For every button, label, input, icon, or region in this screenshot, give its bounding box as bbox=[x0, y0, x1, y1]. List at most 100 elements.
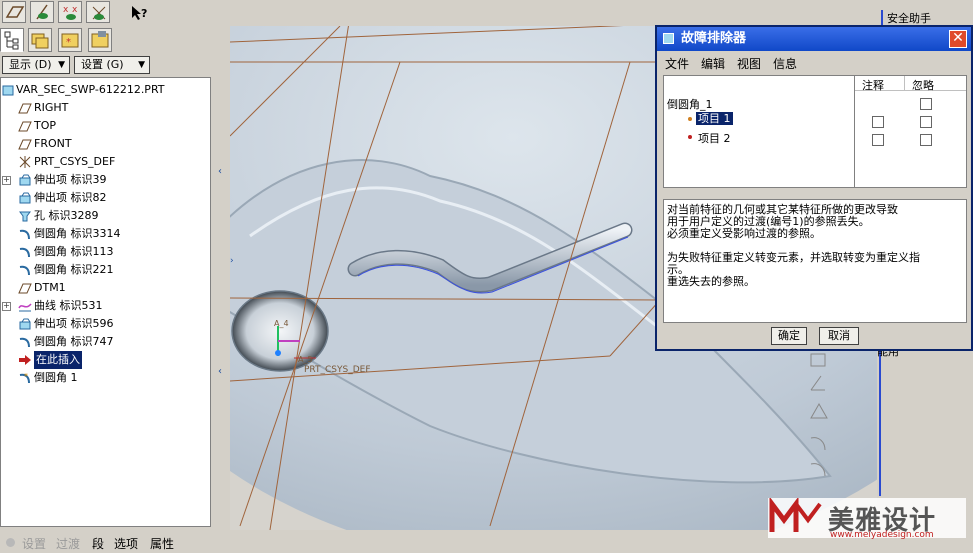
svg-text:*: * bbox=[66, 37, 71, 48]
safety-assistant-tab[interactable]: 安全助手 bbox=[881, 10, 973, 26]
dialog-title-bar[interactable]: 故障排除器 ✕ bbox=[657, 27, 971, 51]
tree-item[interactable]: 倒圆角 标识747 bbox=[1, 333, 206, 351]
splitter-arrow-icon[interactable]: ‹ bbox=[218, 166, 222, 177]
warning-dot-icon bbox=[688, 117, 692, 121]
tree-item-label: PRT_CSYS_DEF bbox=[34, 155, 116, 168]
tree-item-label: 孔 标识3289 bbox=[34, 209, 99, 222]
csys-display-toggle-icon[interactable] bbox=[86, 1, 110, 23]
tree-item[interactable]: RIGHT bbox=[1, 99, 206, 117]
settings-dropdown-label: 设置 (G) bbox=[81, 58, 124, 71]
note-checkbox-item2[interactable] bbox=[872, 134, 884, 146]
csys-icon bbox=[18, 155, 32, 169]
splitter-arrow-icon[interactable]: ‹ bbox=[218, 366, 222, 377]
vertical-feature-toolbar bbox=[805, 352, 833, 482]
tree-item-label: 倒圆角 标识3314 bbox=[34, 227, 121, 240]
show-dropdown-label: 显示 (D) bbox=[9, 58, 52, 71]
cancel-button[interactable]: 取消 bbox=[819, 327, 859, 345]
dashboard-tab[interactable]: 段 bbox=[92, 535, 104, 552]
tree-item-label: 曲线 标识531 bbox=[34, 299, 103, 312]
dashboard-tab[interactable]: 过渡 bbox=[56, 535, 80, 552]
round-icon bbox=[18, 263, 32, 277]
round-icon bbox=[18, 245, 32, 259]
collapse-left-icon[interactable]: › bbox=[230, 256, 236, 268]
model-tree: VAR_SEC_SWP-612212.PRT RIGHT TOP FRONT PRT_C… bbox=[0, 77, 211, 527]
show-dropdown[interactable]: 显示 (D) ▼ bbox=[2, 56, 70, 74]
main-toolbar: xx ? bbox=[0, 0, 230, 26]
tree-item-label: VAR_SEC_SWP-612212.PRT bbox=[16, 83, 165, 96]
datum-plane-icon bbox=[18, 137, 32, 151]
context-help-icon[interactable]: ? bbox=[130, 4, 150, 22]
tree-item-label: 伸出项 标识596 bbox=[34, 317, 114, 330]
csys-label: PRT_CSYS_DEF bbox=[304, 365, 371, 375]
round-icon bbox=[18, 227, 32, 241]
tree-item[interactable]: TOP bbox=[1, 117, 206, 135]
troubleshooter-dialog: 故障排除器 ✕ 文件 编辑 视图 信息 注释 忽略 倒圆角_1 项目 1 项目 … bbox=[655, 25, 973, 351]
expand-icon[interactable]: + bbox=[2, 302, 11, 311]
tree-item-label: 倒圆角 标识221 bbox=[34, 263, 114, 276]
list-root-item[interactable]: 倒圆角_1 bbox=[667, 96, 713, 112]
tree-item[interactable]: PRT_CSYS_DEF bbox=[1, 153, 206, 171]
tab-folder-browser[interactable] bbox=[28, 28, 52, 52]
point-display-toggle-icon[interactable]: xx bbox=[58, 1, 82, 23]
tab-connections[interactable] bbox=[88, 28, 112, 52]
window-icon bbox=[663, 33, 674, 44]
tree-item[interactable]: + 曲线 标识531 bbox=[1, 297, 206, 315]
angle-tool-icon[interactable] bbox=[810, 375, 825, 391]
tree-item[interactable]: 倒圆角 标识113 bbox=[1, 243, 206, 261]
column-divider bbox=[904, 76, 905, 90]
tree-item-label: 在此插入 bbox=[34, 351, 82, 369]
ignore-checkbox-item1[interactable] bbox=[920, 116, 932, 128]
menu-view[interactable]: 视图 bbox=[737, 55, 761, 72]
pyramid-tool-icon[interactable] bbox=[810, 402, 828, 419]
tab-favorites[interactable]: * bbox=[58, 28, 82, 52]
menu-info[interactable]: 信息 bbox=[773, 55, 797, 72]
ignore-checkbox-root[interactable] bbox=[920, 98, 932, 110]
datum-display-toggle-icon[interactable] bbox=[2, 1, 26, 23]
list-item-1[interactable]: 项目 1 bbox=[696, 112, 733, 125]
model-tree-panel: * 显示 (D) ▼ 设置 (G) ▼ VAR_SEC_SWP-612212.PRT… bbox=[0, 26, 216, 530]
round-set-tool-icon[interactable] bbox=[810, 463, 826, 477]
menu-file[interactable]: 文件 bbox=[665, 55, 689, 72]
list-item-2[interactable]: 项目 2 bbox=[698, 130, 731, 146]
note-checkbox-item1[interactable] bbox=[872, 116, 884, 128]
dashboard-tab[interactable]: 选项 bbox=[114, 535, 138, 552]
tree-root-item[interactable]: VAR_SEC_SWP-612212.PRT bbox=[1, 81, 206, 99]
tree-item[interactable]: 在此插入 bbox=[1, 351, 206, 369]
datum-plane-tool-icon[interactable] bbox=[810, 353, 826, 367]
tree-item[interactable]: 倒圆角 标识221 bbox=[1, 261, 206, 279]
tree-item[interactable]: * 倒圆角 1 bbox=[1, 369, 206, 387]
tree-item[interactable]: 伸出项 标识82 bbox=[1, 189, 206, 207]
axis-display-toggle-icon[interactable] bbox=[30, 1, 54, 23]
tree-item[interactable]: 伸出项 标识596 bbox=[1, 315, 206, 333]
protrusion-icon bbox=[18, 173, 32, 187]
tree-item-label: 伸出项 标识82 bbox=[34, 191, 107, 204]
tree-item[interactable]: 倒圆角 标识3314 bbox=[1, 225, 206, 243]
round-tool-icon[interactable] bbox=[810, 437, 826, 451]
settings-dropdown[interactable]: 设置 (G) ▼ bbox=[74, 56, 150, 74]
ok-button[interactable]: 确定 bbox=[771, 327, 807, 345]
expand-icon[interactable]: + bbox=[2, 176, 11, 185]
tab-model-tree[interactable] bbox=[0, 28, 24, 52]
ignore-checkbox-item2[interactable] bbox=[920, 134, 932, 146]
tree-item-label: 伸出项 标识39 bbox=[34, 173, 107, 186]
watermark-url: www.meiyadesign.com bbox=[830, 530, 934, 540]
error-dot-icon bbox=[688, 135, 692, 139]
message-area: 对当前特征的几何或其它某特征所做的更改导致 用于用户定义的过渡(编号1)的参照丢失… bbox=[663, 199, 967, 323]
tree-item[interactable]: 孔 标识3289 bbox=[1, 207, 206, 225]
tree-item[interactable]: + 伸出项 标识39 bbox=[1, 171, 206, 189]
datum-plane-icon bbox=[18, 281, 32, 295]
svg-text:x: x bbox=[63, 5, 69, 15]
menu-edit[interactable]: 编辑 bbox=[701, 55, 725, 72]
chevron-down-icon: ▼ bbox=[138, 60, 145, 70]
watermark-logo: 美雅设计 www.meiyadesign.com bbox=[768, 496, 966, 546]
dashboard-tab[interactable]: 属性 bbox=[150, 535, 174, 552]
tree-item[interactable]: FRONT bbox=[1, 135, 206, 153]
tree-item[interactable]: DTM1 bbox=[1, 279, 206, 297]
tree-item-label: DTM1 bbox=[34, 281, 66, 294]
safety-assistant-label: 安全助手 bbox=[887, 12, 931, 25]
close-icon[interactable]: ✕ bbox=[949, 30, 967, 48]
hole-icon bbox=[18, 209, 32, 223]
panel-splitter[interactable]: ‹ ‹ bbox=[216, 26, 230, 530]
tree-item-label: TOP bbox=[34, 119, 57, 132]
dashboard-tab[interactable]: 设置 bbox=[22, 535, 46, 552]
